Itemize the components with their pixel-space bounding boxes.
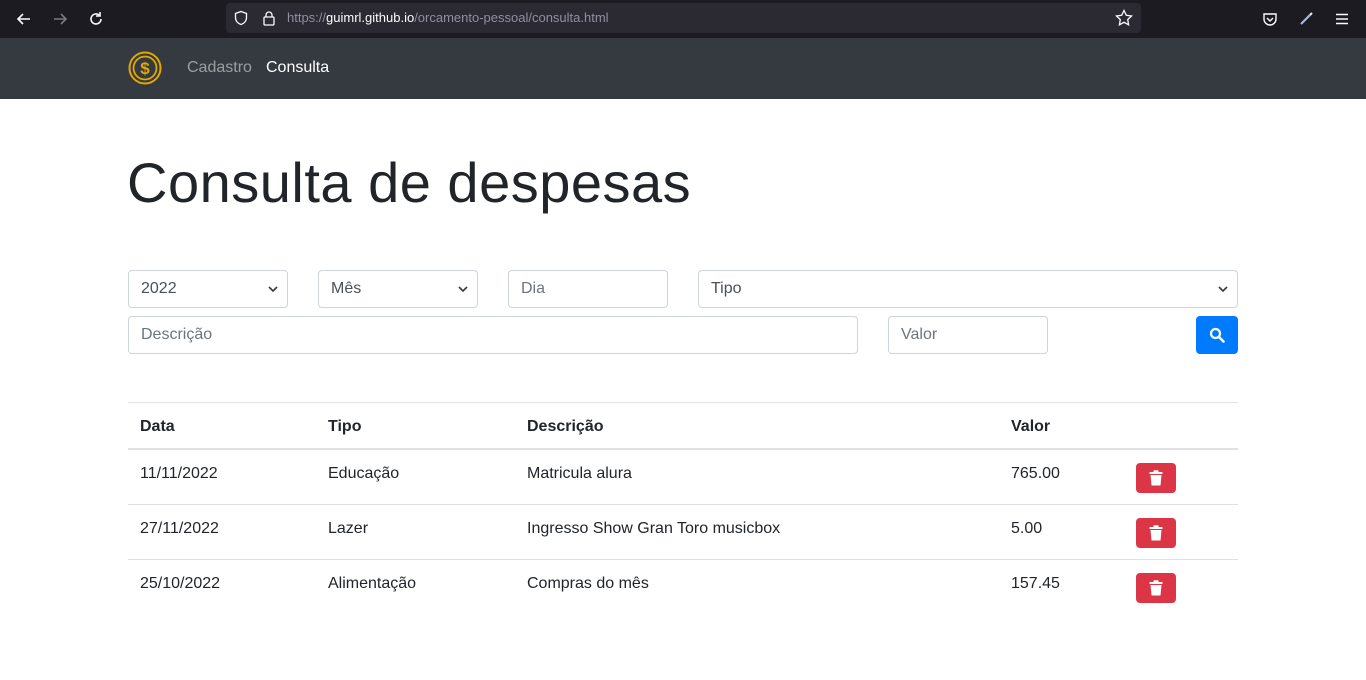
- url-text[interactable]: https://guimrl.github.io/orcamento-pesso…: [287, 10, 609, 25]
- table-row: 27/11/2022 Lazer Ingresso Show Gran Toro…: [128, 505, 1238, 560]
- shield-icon[interactable]: [233, 10, 249, 30]
- cell-tipo: Alimentação: [328, 575, 417, 592]
- url-path: /orcamento-pessoal/consulta.html: [414, 10, 609, 25]
- table-header: Data Tipo Descrição Valor: [128, 402, 1238, 450]
- mes-select-value: Mês: [331, 280, 362, 297]
- header-tipo: Tipo: [328, 418, 362, 435]
- cell-valor: 765.00: [1011, 465, 1060, 482]
- cell-descricao: Ingresso Show Gran Toro musicbox: [527, 520, 781, 537]
- ano-select-value: 2022: [141, 280, 177, 297]
- header-descricao: Descrição: [527, 418, 604, 435]
- svg-text:$: $: [140, 59, 150, 78]
- despesas-table: Data Tipo Descrição Valor 11/11/2022 Edu…: [128, 402, 1238, 615]
- cell-data: 11/11/2022: [140, 465, 218, 482]
- delete-button[interactable]: [1136, 463, 1176, 493]
- cell-descricao: Compras do mês: [527, 575, 649, 592]
- ano-select[interactable]: 2022: [128, 270, 288, 308]
- header-valor: Valor: [1011, 418, 1051, 435]
- cell-valor: 157.45: [1011, 575, 1060, 592]
- nav-link-cadastro[interactable]: Cadastro: [187, 59, 252, 77]
- trash-icon: [1149, 470, 1163, 486]
- nav-link-consulta[interactable]: Consulta: [266, 59, 329, 77]
- cell-valor: 5.00: [1011, 520, 1043, 537]
- lock-icon[interactable]: [261, 10, 277, 30]
- tipo-select[interactable]: Tipo: [698, 270, 1238, 308]
- cell-descricao: Matricula alura: [527, 465, 632, 482]
- pocket-icon[interactable]: [1258, 7, 1282, 31]
- extension-brush-icon[interactable]: [1294, 7, 1318, 31]
- delete-button[interactable]: [1136, 573, 1176, 603]
- url-host: guimrl.github.io: [326, 10, 415, 25]
- valor-input[interactable]: Valor: [888, 316, 1048, 354]
- page-title: Consulta de despesas: [127, 151, 692, 214]
- descricao-placeholder: Descrição: [141, 326, 213, 343]
- navbar: $ Cadastro Consulta: [0, 38, 1366, 99]
- table-row: 25/10/2022 Alimentação Compras do mês 15…: [128, 560, 1238, 615]
- dia-placeholder: Dia: [521, 280, 546, 297]
- descricao-input[interactable]: Descrição: [128, 316, 858, 354]
- chevron-down-icon: [268, 286, 278, 293]
- reload-icon[interactable]: [84, 7, 108, 31]
- trash-icon: [1149, 580, 1163, 596]
- cell-tipo: Lazer: [328, 520, 369, 537]
- trash-icon: [1149, 525, 1163, 541]
- search-button[interactable]: [1196, 316, 1238, 354]
- chevron-down-icon: [1218, 286, 1228, 293]
- browser-toolbar: https://guimrl.github.io/orcamento-pesso…: [0, 0, 1366, 38]
- forward-arrow-icon[interactable]: [48, 7, 72, 31]
- table-row: 11/11/2022 Educação Matricula alura 765.…: [128, 450, 1238, 505]
- hamburger-menu-icon[interactable]: [1330, 7, 1354, 31]
- coin-logo-icon[interactable]: $: [128, 51, 162, 85]
- valor-placeholder: Valor: [901, 326, 938, 343]
- mes-select[interactable]: Mês: [318, 270, 478, 308]
- cell-data: 27/11/2022: [140, 520, 219, 537]
- delete-button[interactable]: [1136, 518, 1176, 548]
- url-bar[interactable]: https://guimrl.github.io/orcamento-pesso…: [226, 3, 1141, 33]
- header-data: Data: [140, 418, 175, 435]
- dia-input[interactable]: Dia: [508, 270, 668, 308]
- url-prefix: https://: [287, 10, 327, 25]
- cell-tipo: Educação: [328, 465, 400, 482]
- back-arrow-icon[interactable]: [12, 7, 36, 31]
- cell-data: 25/10/2022: [140, 575, 221, 592]
- tipo-select-value: Tipo: [711, 280, 742, 297]
- bookmark-star-icon[interactable]: [1115, 8, 1133, 31]
- chevron-down-icon: [458, 286, 468, 293]
- search-icon: [1209, 327, 1225, 343]
